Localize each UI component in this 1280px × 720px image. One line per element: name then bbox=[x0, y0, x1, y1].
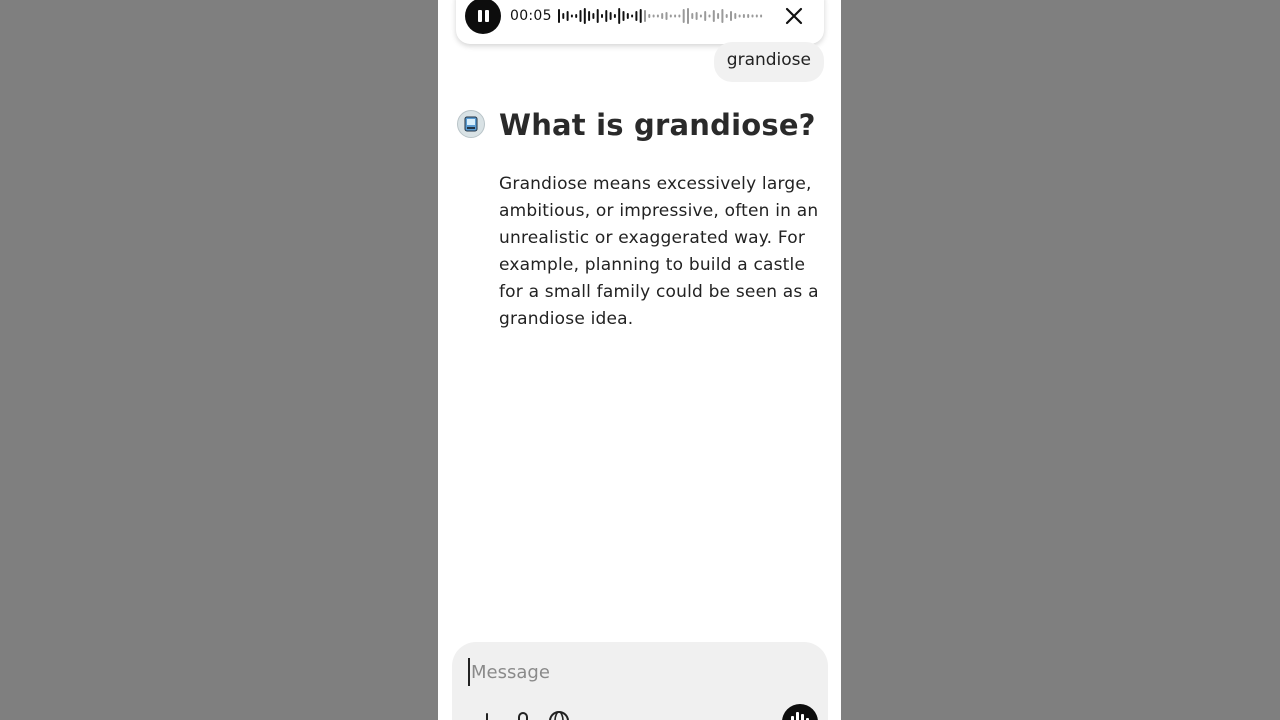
waveform-bar bbox=[682, 9, 685, 23]
waveform-bar bbox=[618, 8, 621, 24]
waveform-bar bbox=[678, 14, 681, 18]
waveform-bar bbox=[691, 13, 694, 19]
attach-icon[interactable] bbox=[510, 708, 536, 720]
waveform-bar bbox=[635, 11, 638, 21]
waveform-bar bbox=[661, 13, 664, 19]
waveform-bar bbox=[648, 14, 651, 18]
waveform-bar bbox=[605, 10, 608, 22]
waveform-bar bbox=[596, 9, 599, 23]
waveform-bar bbox=[613, 14, 616, 18]
answer-body: Grandiose means excessively large, ambit… bbox=[499, 174, 819, 329]
message-composer bbox=[452, 642, 828, 720]
pause-button[interactable] bbox=[465, 0, 501, 34]
waveform-bar bbox=[601, 14, 603, 18]
waveform-bar bbox=[570, 14, 573, 18]
waveform-bar bbox=[730, 11, 732, 21]
waveform-bar bbox=[708, 14, 711, 18]
waveform-bar bbox=[566, 11, 569, 21]
waveform-bar bbox=[734, 13, 737, 19]
close-icon[interactable] bbox=[782, 4, 806, 28]
chat-screen: 00:05 grandiose What is grandiose? Grand… bbox=[438, 0, 841, 720]
waveform-bar bbox=[704, 11, 707, 21]
waveform-bar bbox=[725, 14, 728, 18]
waveform-bar bbox=[626, 13, 629, 19]
waveform-bar bbox=[652, 14, 655, 18]
waveform-bar bbox=[644, 10, 646, 22]
waveform-bar bbox=[656, 14, 659, 18]
waveform-bar bbox=[631, 14, 634, 18]
audio-player: 00:05 bbox=[456, 0, 824, 44]
answer-title: What is grandiose? bbox=[499, 108, 816, 142]
assistant-avatar-icon bbox=[457, 110, 485, 138]
waveform-bar bbox=[712, 10, 715, 22]
waveform bbox=[558, 8, 763, 24]
voice-mode-icon-bar bbox=[796, 712, 799, 720]
pause-icon-bar bbox=[484, 10, 489, 22]
waveform-bar bbox=[592, 13, 595, 19]
globe-icon[interactable] bbox=[546, 708, 572, 720]
plus-icon[interactable] bbox=[474, 708, 500, 720]
waveform-bar bbox=[755, 14, 758, 18]
pause-icon bbox=[477, 10, 482, 22]
waveform-bar bbox=[674, 14, 677, 18]
voice-mode-icon-bar bbox=[801, 714, 804, 720]
message-input[interactable] bbox=[468, 658, 768, 686]
waveform-bar bbox=[747, 14, 750, 18]
waveform-bar bbox=[639, 9, 642, 23]
waveform-bar bbox=[665, 12, 668, 20]
voice-mode-icon bbox=[791, 716, 794, 720]
voice-mode-button[interactable] bbox=[782, 704, 818, 720]
waveform-bar bbox=[738, 14, 741, 18]
waveform-bar bbox=[742, 14, 745, 18]
waveform-bar bbox=[760, 14, 763, 18]
waveform-bar bbox=[583, 8, 586, 24]
waveform-bar bbox=[695, 12, 698, 20]
waveform-bar bbox=[579, 10, 582, 22]
waveform-bar bbox=[717, 13, 720, 19]
waveform-bar bbox=[558, 9, 560, 23]
waveform-bar bbox=[699, 14, 702, 18]
waveform-bar bbox=[609, 12, 612, 20]
waveform-bar bbox=[588, 11, 591, 21]
waveform-bar bbox=[721, 9, 724, 23]
waveform-bar bbox=[575, 14, 578, 18]
waveform-bar bbox=[622, 11, 625, 21]
waveform-bar bbox=[751, 14, 754, 18]
waveform-bar bbox=[669, 14, 672, 18]
user-message-bubble: grandiose bbox=[713, 42, 824, 82]
waveform-bar bbox=[687, 8, 689, 24]
playback-time: 00:05 bbox=[510, 8, 552, 24]
waveform-bar bbox=[562, 13, 565, 19]
